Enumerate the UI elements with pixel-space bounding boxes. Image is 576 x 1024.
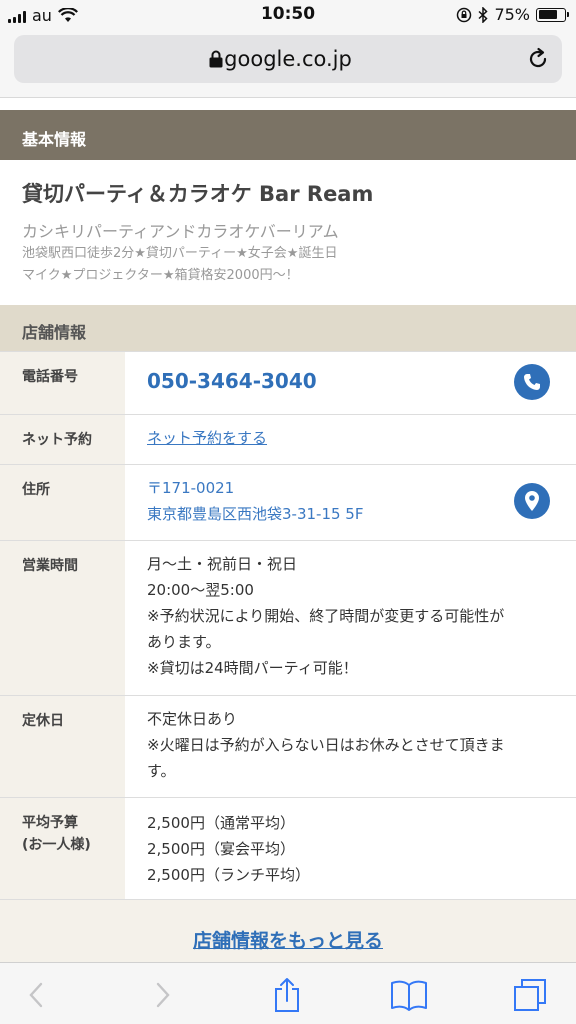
- hours-row: 営業時間 月〜土・祝前日・祝日 20:00〜翌5:00 ※予約状況により開始、終…: [0, 540, 576, 695]
- budget-line: 2,500円（宴会平均）: [147, 840, 295, 858]
- budget-label-line: 平均予算: [22, 815, 78, 831]
- hours-label: 営業時間: [0, 541, 125, 695]
- more-info-area: 店舗情報をもっと見る: [0, 899, 576, 962]
- forward-button[interactable]: [143, 975, 183, 1015]
- status-bar-right: 75%: [456, 5, 569, 24]
- phone-number-link[interactable]: 050-3464-3040: [147, 369, 317, 393]
- budget-row: 平均予算 (お一人様) 2,500円（通常平均） 2,500円（宴会平均） 2,…: [0, 797, 576, 899]
- browser-toolbar: [0, 962, 576, 1024]
- store-catchphrase: 池袋駅西口徒歩2分★貸切パーティー★女子会★誕生日 マイク★プロジェクター★箱貸…: [22, 243, 337, 287]
- address-label: 住所: [0, 465, 125, 540]
- holiday-note: す。: [147, 762, 176, 780]
- address-postal[interactable]: 〒171-0021: [147, 475, 557, 501]
- budget-label: 平均予算 (お一人様): [0, 798, 125, 899]
- reservation-row: ネット予約 ネット予約をする: [0, 414, 576, 464]
- battery-percent: 75%: [494, 5, 530, 24]
- store-info-header: 店舗情報: [0, 305, 576, 351]
- basic-info-header: 基本情報: [0, 110, 576, 160]
- hours-line: 20:00〜翌5:00: [147, 581, 254, 599]
- page-content: 基本情報 貸切パーティ＆カラオケ Bar Ream カシキリパーティアンドカラオ…: [0, 98, 576, 962]
- tabs-button[interactable]: [510, 975, 550, 1015]
- book-icon: [391, 980, 427, 1011]
- hours-note: あります。: [147, 633, 221, 651]
- holiday-value: 不定休日あり ※火曜日は予約が入らない日はお休みとさせて頂きま す。: [147, 706, 557, 784]
- bluetooth-icon: [478, 6, 489, 23]
- phone-icon: [524, 374, 540, 390]
- hours-note: ※予約状況により開始、終了時間が変更する可能性が: [147, 607, 505, 625]
- battery-level: [538, 10, 558, 19]
- reservation-link[interactable]: ネット予約をする: [147, 429, 267, 447]
- phone-label: 電話番号: [0, 352, 125, 414]
- budget-value: 2,500円（通常平均） 2,500円（宴会平均） 2,500円（ランチ平均）: [147, 810, 557, 888]
- catchphrase-line: マイク★プロジェクター★箱貸格安2000円〜！: [22, 268, 299, 283]
- hours-value: 月〜土・祝前日・祝日 20:00〜翌5:00 ※予約状況により開始、終了時間が変…: [147, 551, 557, 681]
- battery-icon: [536, 7, 569, 22]
- map-button[interactable]: [514, 483, 550, 519]
- holiday-line: 不定休日あり: [147, 710, 238, 728]
- hours-line: 月〜土・祝前日・祝日: [147, 555, 298, 573]
- holiday-note: ※火曜日は予約が入らない日はお休みとさせて頂きま: [147, 736, 505, 754]
- address-bar[interactable]: google.co.jp: [14, 35, 562, 83]
- reload-icon[interactable]: [526, 47, 550, 71]
- address-row: 住所 〒171-0021 東京都豊島区西池袋3-31-15 5F: [0, 464, 576, 540]
- status-bar: au 10:50 75%: [0, 0, 576, 30]
- phone-call-button[interactable]: [514, 364, 550, 400]
- reservation-value-wrap: ネット予約をする: [147, 425, 557, 451]
- phone-row: 電話番号 050-3464-3040: [0, 351, 576, 414]
- address-street[interactable]: 東京都豊島区西池袋3-31-15 5F: [147, 501, 557, 527]
- store-name: 貸切パーティ＆カラオケ Bar Ream: [22, 182, 374, 206]
- store-kana: カシキリパーティアンドカラオケバーリアム: [22, 222, 339, 241]
- holiday-row: 定休日 不定休日あり ※火曜日は予約が入らない日はお休みとさせて頂きま す。: [0, 695, 576, 797]
- holiday-label: 定休日: [0, 696, 125, 797]
- phone-value-wrap: 050-3464-3040: [147, 368, 557, 396]
- catchphrase-line: 池袋駅西口徒歩2分★貸切パーティー★女子会★誕生日: [22, 246, 338, 261]
- bookmarks-button[interactable]: [389, 975, 429, 1015]
- hours-note: ※貸切は24時間パーティ可能！: [147, 659, 358, 677]
- more-store-info-link[interactable]: 店舗情報をもっと見る: [0, 926, 576, 953]
- chevron-left-icon: [29, 982, 43, 1008]
- map-pin-icon: [525, 491, 539, 511]
- budget-line: 2,500円（ランチ平均）: [147, 866, 310, 884]
- share-icon: [275, 978, 299, 1012]
- address-value[interactable]: 〒171-0021 東京都豊島区西池袋3-31-15 5F: [147, 475, 557, 527]
- budget-line: 2,500円（通常平均）: [147, 814, 295, 832]
- back-button[interactable]: [16, 975, 56, 1015]
- tabs-icon: [514, 979, 546, 1011]
- browser-chrome: google.co.jp: [0, 30, 576, 98]
- orientation-lock-icon: [457, 7, 472, 22]
- reservation-label: ネット予約: [0, 415, 125, 464]
- chevron-right-icon: [156, 982, 170, 1008]
- url-text[interactable]: google.co.jp: [14, 47, 562, 71]
- share-button[interactable]: [267, 975, 307, 1015]
- budget-label-line: (お一人様): [22, 837, 91, 853]
